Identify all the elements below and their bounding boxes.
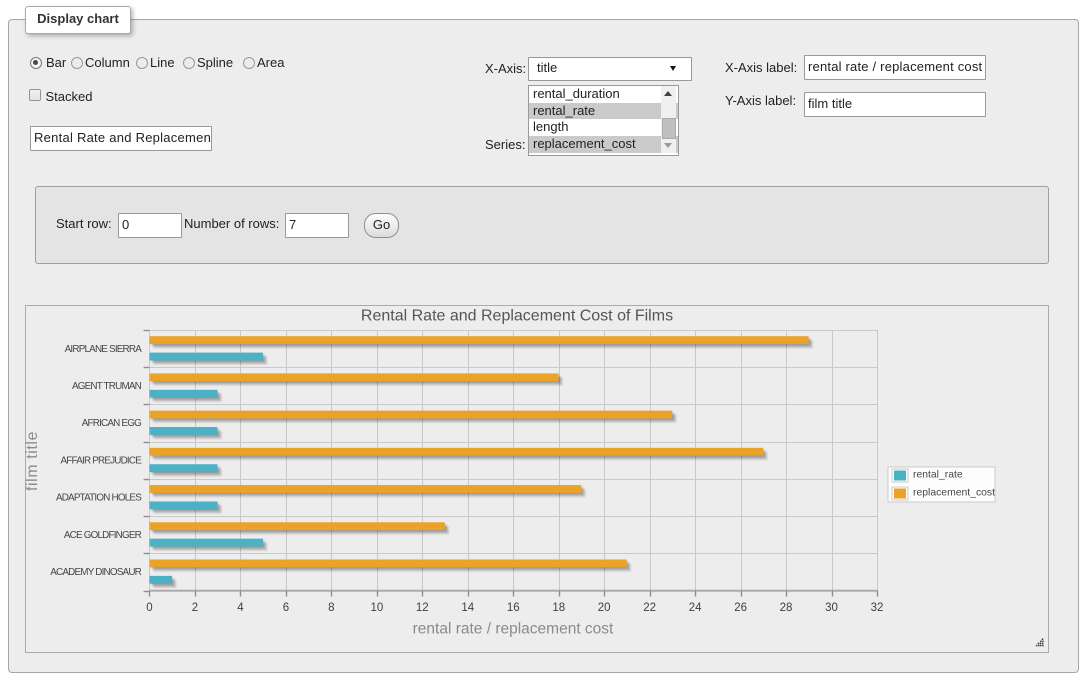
svg-text:film title: film title bbox=[25, 431, 41, 491]
svg-text:AGENT TRUMAN: AGENT TRUMAN bbox=[72, 381, 142, 392]
svg-text:ACE GOLDFINGER: ACE GOLDFINGER bbox=[64, 530, 142, 541]
svg-text:14: 14 bbox=[461, 602, 474, 614]
svg-text:28: 28 bbox=[780, 602, 793, 614]
svg-text:10: 10 bbox=[370, 602, 383, 614]
svg-text:rental_rate: rental_rate bbox=[913, 469, 963, 480]
svg-text:26: 26 bbox=[734, 602, 747, 614]
svg-text:AFRICAN EGG: AFRICAN EGG bbox=[82, 418, 141, 429]
svg-text:32: 32 bbox=[871, 602, 884, 614]
svg-text:20: 20 bbox=[598, 602, 611, 614]
svg-text:AFFAIR PREJUDICE: AFFAIR PREJUDICE bbox=[61, 455, 143, 466]
svg-text:rental rate / replacement cost: rental rate / replacement cost bbox=[413, 621, 614, 638]
svg-text:4: 4 bbox=[237, 602, 244, 614]
svg-text:16: 16 bbox=[507, 602, 520, 614]
svg-text:8: 8 bbox=[328, 602, 334, 614]
svg-text:6: 6 bbox=[283, 602, 289, 614]
svg-text:2: 2 bbox=[192, 602, 198, 614]
svg-text:24: 24 bbox=[689, 602, 702, 614]
svg-text:AIRPLANE SIERRA: AIRPLANE SIERRA bbox=[65, 344, 143, 355]
svg-text:22: 22 bbox=[643, 602, 656, 614]
svg-text:12: 12 bbox=[416, 602, 429, 614]
svg-text:18: 18 bbox=[552, 602, 565, 614]
svg-text:ACADEMY DINOSAUR: ACADEMY DINOSAUR bbox=[50, 567, 141, 578]
svg-text:Rental Rate and Replacement Co: Rental Rate and Replacement Cost of Film… bbox=[361, 308, 673, 325]
svg-text:30: 30 bbox=[825, 602, 838, 614]
svg-text:replacement_cost: replacement_cost bbox=[913, 487, 995, 498]
svg-text:ADAPTATION HOLES: ADAPTATION HOLES bbox=[56, 493, 142, 504]
svg-text:0: 0 bbox=[146, 602, 152, 614]
